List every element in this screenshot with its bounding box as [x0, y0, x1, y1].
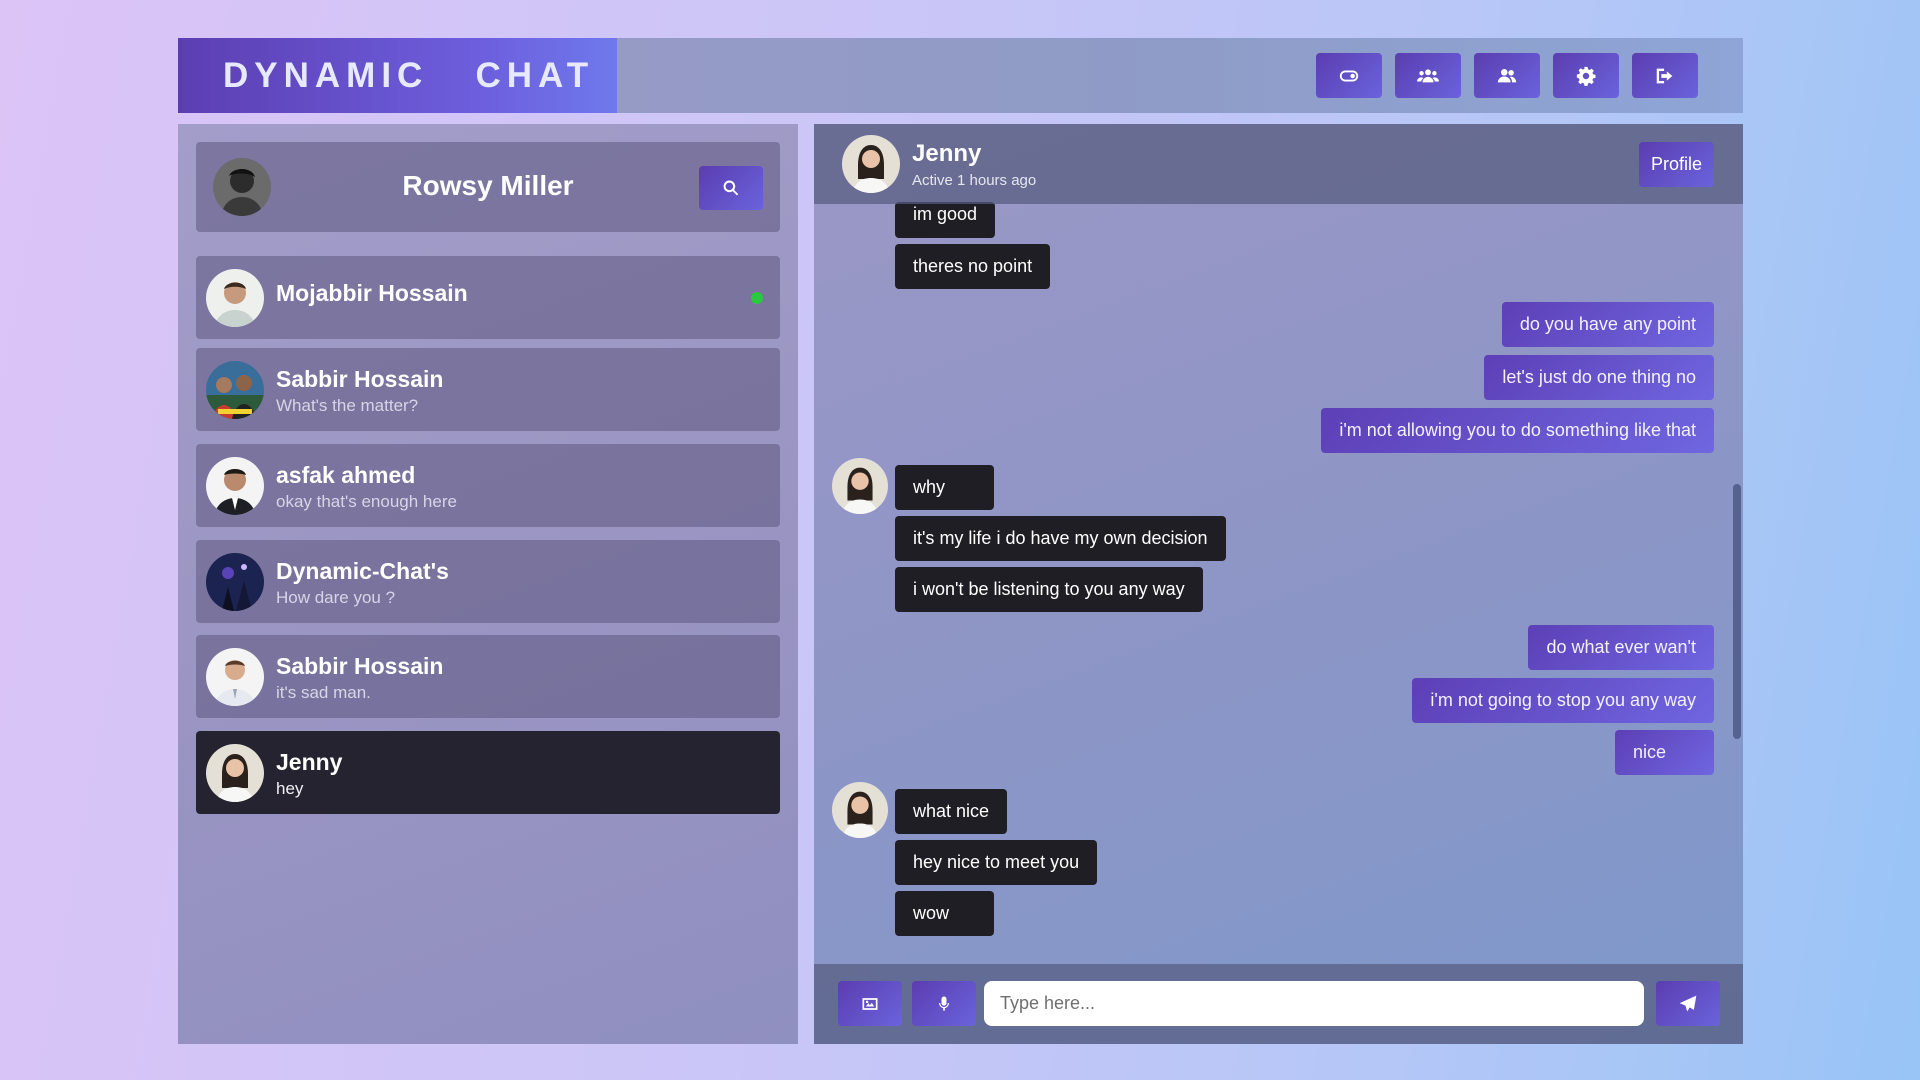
contact-item[interactable]: Sabbir Hossain it's sad man.	[196, 635, 780, 718]
outgoing-message: i'm not allowing you to do something lik…	[1321, 408, 1714, 453]
incoming-message: i won't be listening to you any way	[895, 567, 1203, 612]
sender-avatar	[832, 458, 888, 514]
contact-name: asfak ahmed	[276, 462, 416, 488]
settings-button[interactable]	[1553, 53, 1619, 98]
send-button[interactable]	[1656, 981, 1720, 1026]
contact-avatar	[206, 553, 264, 611]
current-user-name: Rowsy Miller	[402, 170, 574, 201]
online-indicator	[751, 292, 763, 304]
top-header: DYNAMIC CHAT	[178, 38, 1743, 113]
contact-last-message: hey	[276, 779, 304, 798]
outgoing-message: nice	[1615, 730, 1714, 775]
users-icon	[1497, 68, 1517, 82]
contact-item[interactable]: Mojabbir Hossain	[196, 256, 780, 339]
contact-last-message: it's sad man.	[276, 683, 371, 702]
contact-name: Mojabbir Hossain	[276, 280, 468, 306]
contact-avatar	[206, 457, 264, 515]
profile-button[interactable]: Profile	[1639, 142, 1714, 187]
outgoing-message: let's just do one thing no	[1484, 355, 1714, 400]
contact-last-message: What's the matter?	[276, 396, 419, 415]
contacts-sidebar: Rowsy Miller Mojabbir Hossain Sabbir Hos…	[178, 124, 798, 1044]
incoming-message: it's my life i do have my own decision	[895, 516, 1226, 561]
gear-icon	[1576, 66, 1596, 86]
incoming-message: wow	[895, 891, 994, 936]
incoming-message: im good	[895, 202, 996, 238]
contact-item[interactable]: Dynamic-Chat's How dare you ?	[196, 540, 780, 623]
contact-last-message: okay that's enough here	[276, 492, 457, 511]
logout-icon	[1656, 68, 1673, 83]
incoming-message: hey nice to meet you	[895, 840, 1098, 885]
contact-item-active[interactable]: Jenny hey	[196, 731, 780, 814]
microphone-icon	[939, 996, 949, 1011]
send-icon	[1679, 995, 1697, 1011]
message-input[interactable]	[984, 981, 1644, 1026]
contact-name: Jenny	[276, 749, 343, 775]
incoming-message: why	[895, 465, 994, 510]
incoming-message: what nice	[895, 789, 1008, 834]
contact-name: Sabbir Hossain	[276, 366, 444, 392]
contact-name: Sabbir Hossain	[276, 653, 444, 679]
attach-image-button[interactable]	[838, 981, 902, 1026]
logo[interactable]: DYNAMIC CHAT	[178, 38, 617, 113]
theme-toggle-button[interactable]	[1316, 53, 1382, 98]
contact-avatar	[206, 361, 264, 419]
voice-button[interactable]	[912, 981, 976, 1026]
outgoing-message: do what ever wan't	[1528, 625, 1714, 670]
chat-partner-status: Active 1 hours ago	[912, 172, 1037, 189]
friends-button[interactable]	[1474, 53, 1540, 98]
incoming-message: theres no point	[895, 244, 1051, 289]
contact-last-message: How dare you ?	[276, 588, 396, 607]
sender-avatar	[832, 782, 888, 838]
chat-scrollbar[interactable]	[1733, 484, 1741, 739]
contact-avatar	[206, 269, 264, 327]
message-composer	[814, 964, 1743, 1044]
outgoing-message: i'm not going to stop you any way	[1412, 678, 1714, 723]
contact-item[interactable]: asfak ahmed okay that's enough here	[196, 444, 780, 527]
search-button[interactable]	[699, 166, 763, 210]
logout-button[interactable]	[1632, 53, 1698, 98]
header-actions	[1316, 53, 1698, 98]
current-user-avatar[interactable]	[213, 158, 271, 216]
chat-partner-avatar[interactable]	[842, 135, 900, 193]
contact-avatar	[206, 744, 264, 802]
chat-panel: im good theres no point do you have any …	[814, 124, 1743, 1044]
logo-text: DYNAMIC CHAT	[223, 55, 595, 95]
current-user-card: Rowsy Miller	[196, 142, 780, 232]
image-icon	[862, 997, 878, 1010]
search-icon	[723, 180, 739, 196]
chat-app: DYNAMIC CHAT Rowsy Miller Mojabbir Hossa…	[178, 38, 1743, 1044]
outgoing-message: do you have any point	[1501, 302, 1714, 347]
groups-button[interactable]	[1395, 53, 1461, 98]
chat-header: Jenny Active 1 hours ago Profile	[814, 124, 1743, 204]
toggle-icon	[1339, 70, 1359, 81]
contact-avatar	[206, 648, 264, 706]
contact-name: Dynamic-Chat's	[276, 558, 449, 584]
chat-partner-name: Jenny	[912, 140, 982, 167]
contact-item[interactable]: Sabbir Hossain What's the matter?	[196, 348, 780, 431]
users-group-icon	[1417, 68, 1439, 82]
